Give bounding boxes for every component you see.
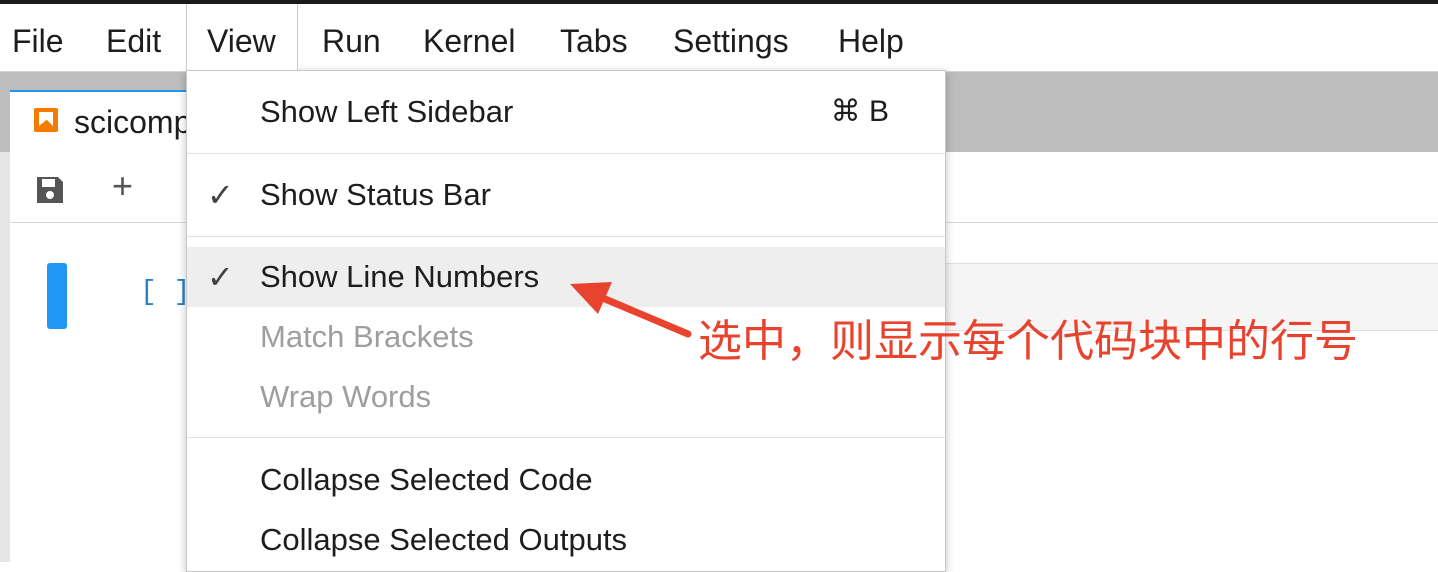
notebook-icon xyxy=(34,108,58,132)
menu-item-label: Show Line Numbers xyxy=(260,259,540,294)
menu-tabs[interactable]: Tabs xyxy=(560,4,628,71)
menu-item-show-left-sidebar[interactable]: Show Left Sidebar ⌘ B xyxy=(187,83,945,141)
menu-file[interactable]: File xyxy=(12,4,64,71)
menu-item-label: Wrap Words xyxy=(260,379,432,414)
menu-item-label: Match Brackets xyxy=(260,319,474,354)
active-cell-indicator xyxy=(47,263,67,329)
menu-item-collapse-selected-outputs[interactable]: Collapse Selected Outputs xyxy=(187,511,945,569)
menu-run[interactable]: Run xyxy=(322,4,381,71)
menu-item-label: Show Status Bar xyxy=(260,177,491,212)
menu-view[interactable]: View xyxy=(186,4,298,71)
menu-item-label: Show Left Sidebar xyxy=(260,94,514,129)
save-icon[interactable] xyxy=(34,174,66,206)
menu-item-label: Collapse Selected Outputs xyxy=(260,522,628,557)
menu-separator xyxy=(187,153,945,154)
menu-kernel[interactable]: Kernel xyxy=(423,4,516,71)
menu-settings[interactable]: Settings xyxy=(673,4,789,71)
cell-prompt: [ ] xyxy=(140,277,191,308)
annotation-text: 选中，则显示每个代码块中的行号 xyxy=(698,316,1358,367)
menu-bar: File Edit View Run Kernel Tabs Settings … xyxy=(0,4,1438,72)
menu-item-wrap-words[interactable]: Wrap Words xyxy=(187,368,945,426)
menu-edit[interactable]: Edit xyxy=(106,4,161,71)
add-cell-icon[interactable]: + xyxy=(112,166,133,206)
tab-label: scicomp xyxy=(74,104,192,140)
keyboard-shortcut: ⌘ B xyxy=(830,95,889,128)
menu-item-show-status-bar[interactable]: ✓ Show Status Bar xyxy=(187,166,945,224)
menu-separator xyxy=(187,236,945,237)
checkmark-icon: ✓ xyxy=(207,259,234,295)
annotation-arrow-icon xyxy=(570,282,692,338)
menu-item-label: Collapse Selected Code xyxy=(260,462,593,497)
menu-help[interactable]: Help xyxy=(838,4,904,71)
menu-separator xyxy=(187,437,945,438)
checkmark-icon: ✓ xyxy=(207,177,234,213)
menu-item-collapse-selected-code[interactable]: Collapse Selected Code xyxy=(187,451,945,509)
